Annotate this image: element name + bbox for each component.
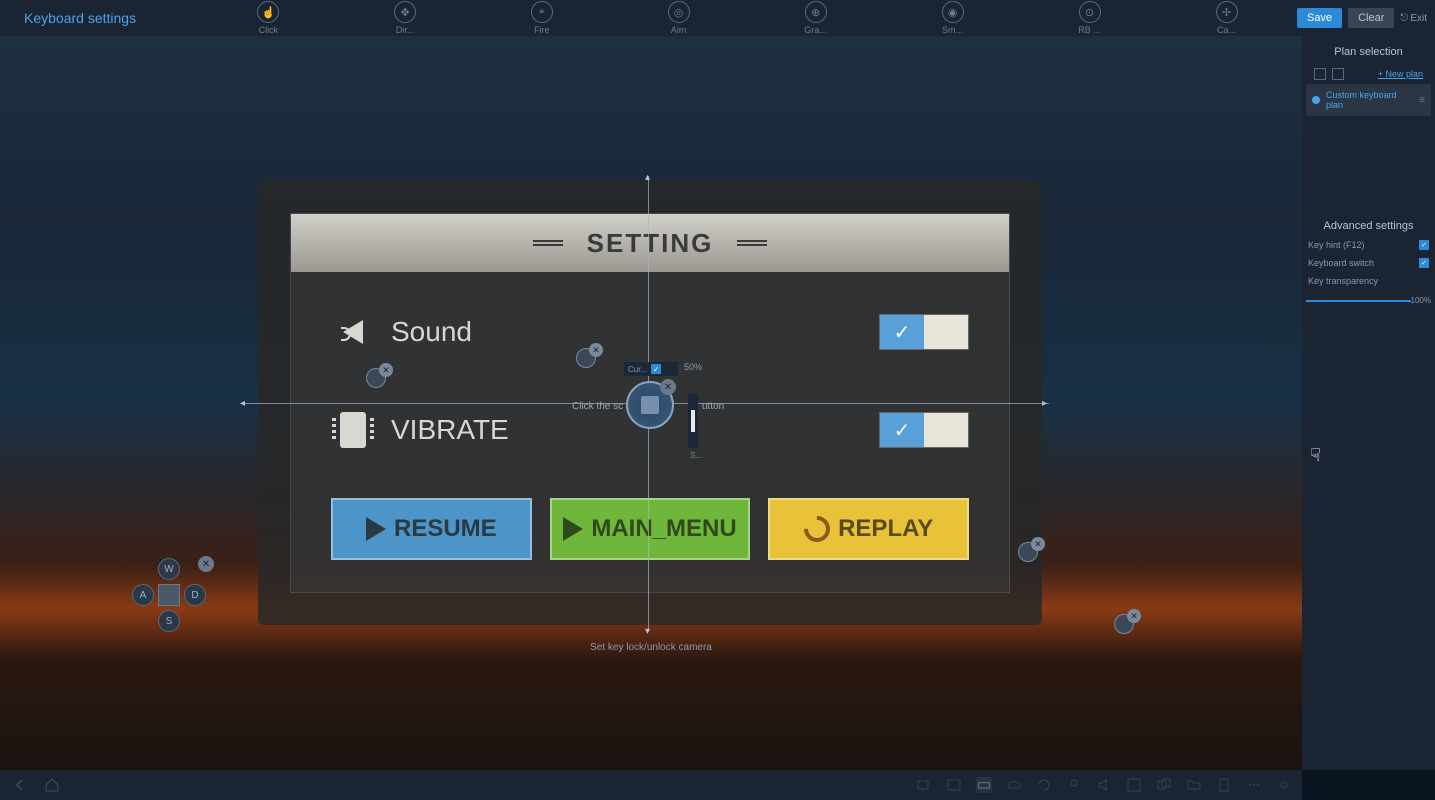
- key-node-2[interactable]: ✕: [366, 368, 386, 388]
- close-icon[interactable]: ✕: [379, 363, 393, 377]
- speaker-icon: [331, 310, 375, 354]
- plan-toolbar-icons[interactable]: [1310, 64, 1348, 84]
- transparency-slider[interactable]: 100%: [1306, 294, 1431, 308]
- camera-hint: Set key lock/unlock camera: [0, 642, 1302, 653]
- keyboard-switch-checkbox[interactable]: ✓: [1419, 258, 1429, 268]
- setting-sound-row: Sound ✓: [331, 302, 969, 362]
- key-node-4[interactable]: ✕: [1114, 614, 1134, 634]
- location-icon[interactable]: [1066, 777, 1082, 793]
- plan-selection-header: Plan selection: [1306, 40, 1431, 64]
- aim-close-icon[interactable]: ✕: [660, 379, 676, 395]
- more-icon[interactable]: [1246, 777, 1262, 793]
- home-icon[interactable]: [44, 777, 60, 793]
- tool-rb[interactable]: ⊙RB ...: [1078, 1, 1101, 35]
- aim-cur-chip[interactable]: Cur... ✓: [624, 362, 678, 376]
- dpad-key-s[interactable]: S: [158, 610, 180, 632]
- settings-header: SETTING: [291, 214, 1009, 272]
- plan-menu-icon[interactable]: ≡: [1419, 95, 1425, 106]
- key-node-1[interactable]: ✕: [576, 348, 596, 368]
- plan-item-custom[interactable]: Custom keyboard plan ≡: [1306, 84, 1431, 116]
- hint-text-right: utton: [702, 401, 724, 412]
- crosshair-up-arrow[interactable]: ▴: [645, 172, 650, 183]
- settings-title: SETTING: [587, 228, 714, 259]
- apk-icon[interactable]: [1216, 777, 1232, 793]
- keyboard-icon[interactable]: [976, 777, 992, 793]
- multi-icon[interactable]: [1156, 777, 1172, 793]
- close-icon[interactable]: ✕: [589, 343, 603, 357]
- volume-icon[interactable]: [1096, 777, 1112, 793]
- right-panel: Plan selection + New plan Custom keyboar…: [1302, 36, 1435, 770]
- gamepad-icon[interactable]: [1006, 777, 1022, 793]
- cursor-icon: ☟: [1310, 445, 1321, 466]
- folder-icon[interactable]: [1186, 777, 1202, 793]
- key-node-3[interactable]: ✕: [1018, 542, 1038, 562]
- tool-smart[interactable]: ◉Sm...: [942, 1, 964, 35]
- crosshair-left-arrow[interactable]: ◂: [240, 398, 245, 409]
- dpad-key-d[interactable]: D: [184, 584, 206, 606]
- rotate-icon[interactable]: [1036, 777, 1052, 793]
- aim-speed-slider[interactable]: S...: [688, 394, 698, 448]
- close-icon[interactable]: ✕: [1127, 609, 1141, 623]
- dpad-close-icon[interactable]: ✕: [198, 556, 214, 572]
- tool-aim[interactable]: ◎Aim: [668, 1, 690, 35]
- fullscreen-icon[interactable]: [1126, 777, 1142, 793]
- tool-click[interactable]: ☝Click: [257, 1, 279, 35]
- close-icon[interactable]: ✕: [1031, 537, 1045, 551]
- aim-speed-value: 50%: [684, 362, 702, 372]
- bottom-taskbar: [0, 770, 1302, 800]
- crosshair-right-arrow[interactable]: ▸: [1042, 398, 1047, 409]
- toolbar-tools: ☝Click ✥Dir... ⌖Fire ◎Aim ⊕Gra... ◉Sm...…: [200, 0, 1295, 36]
- tool-gravity[interactable]: ⊕Gra...: [804, 1, 827, 35]
- keyboard-switch-row: Keyboard switch ✓: [1306, 254, 1431, 272]
- crosshair-down-arrow[interactable]: ▾: [645, 626, 650, 637]
- new-plan-link[interactable]: + New plan: [1374, 67, 1427, 81]
- game-overlay-area[interactable]: SETTING Sound ✓ VIBRATE ✓ RESUME MAIN_ME…: [0, 36, 1302, 770]
- advanced-settings-header: Advanced settings: [1306, 216, 1431, 236]
- folder-icon[interactable]: [1332, 68, 1344, 80]
- keyboard-settings-title: Keyboard settings: [0, 10, 136, 26]
- record-icon[interactable]: [916, 777, 932, 793]
- exit-button[interactable]: ⎋ Exit: [1400, 13, 1427, 24]
- screenshot-icon[interactable]: [946, 777, 962, 793]
- tool-camera[interactable]: ✢Ca...: [1216, 1, 1238, 35]
- settings-icon[interactable]: [1276, 777, 1292, 793]
- key-hint-checkbox[interactable]: ✓: [1419, 240, 1429, 250]
- sound-toggle[interactable]: ✓: [879, 314, 969, 350]
- save-button[interactable]: Save: [1297, 8, 1342, 28]
- replay-button[interactable]: REPLAY: [768, 498, 969, 560]
- vibrate-icon: [331, 408, 375, 452]
- aim-center-control[interactable]: ✕: [626, 381, 674, 429]
- main-menu-button[interactable]: MAIN_MENU: [550, 498, 751, 560]
- hint-text-left: Click the sc: [572, 401, 623, 412]
- key-transparency-row: Key transparency: [1306, 272, 1431, 290]
- clear-button[interactable]: Clear: [1348, 8, 1394, 28]
- back-icon[interactable]: [12, 777, 28, 793]
- resume-button[interactable]: RESUME: [331, 498, 532, 560]
- plan-active-dot-icon: [1312, 96, 1320, 104]
- tool-direction[interactable]: ✥Dir...: [394, 1, 416, 35]
- top-toolbar: Keyboard settings ☝Click ✥Dir... ⌖Fire ◎…: [0, 0, 1435, 36]
- vibrate-toggle[interactable]: ✓: [879, 412, 969, 448]
- dpad-control[interactable]: W A S D ✕: [130, 556, 208, 634]
- dpad-key-w[interactable]: W: [158, 558, 180, 580]
- refresh-icon[interactable]: [1314, 68, 1326, 80]
- dpad-key-a[interactable]: A: [132, 584, 154, 606]
- key-hint-row: Key hint (F12) ✓: [1306, 236, 1431, 254]
- tool-fire[interactable]: ⌖Fire: [531, 1, 553, 35]
